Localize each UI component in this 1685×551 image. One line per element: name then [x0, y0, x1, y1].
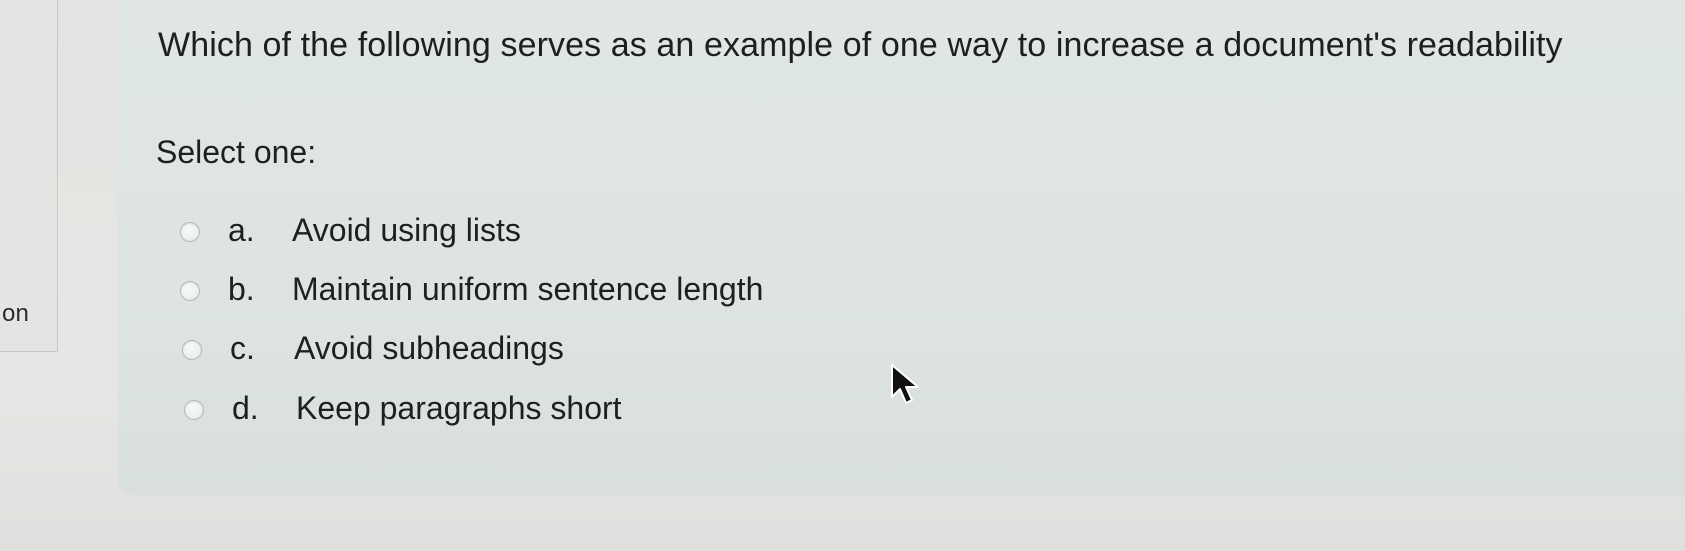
mouse-pointer-icon: [891, 364, 919, 404]
option-label: Avoid subheadings: [294, 330, 564, 366]
option-letter: d.: [232, 390, 259, 426]
radio-button-icon[interactable]: [180, 222, 200, 242]
radio-button-icon[interactable]: [184, 400, 204, 420]
option-label: Keep paragraphs short: [296, 390, 622, 426]
option-letter: b.: [228, 271, 255, 307]
side-panel-label: on: [2, 300, 30, 327]
option-label: Avoid using lists: [292, 212, 521, 248]
question-text: Which of the following serves as an exam…: [158, 26, 1563, 64]
option-letter: c.: [230, 330, 255, 366]
radio-button-icon[interactable]: [180, 281, 200, 301]
option-letter: a.: [228, 212, 255, 248]
radio-button-icon[interactable]: [182, 340, 202, 360]
select-one-prompt: Select one:: [156, 134, 317, 170]
side-panel: on: [0, 0, 58, 352]
option-label: Maintain uniform sentence length: [292, 271, 764, 307]
